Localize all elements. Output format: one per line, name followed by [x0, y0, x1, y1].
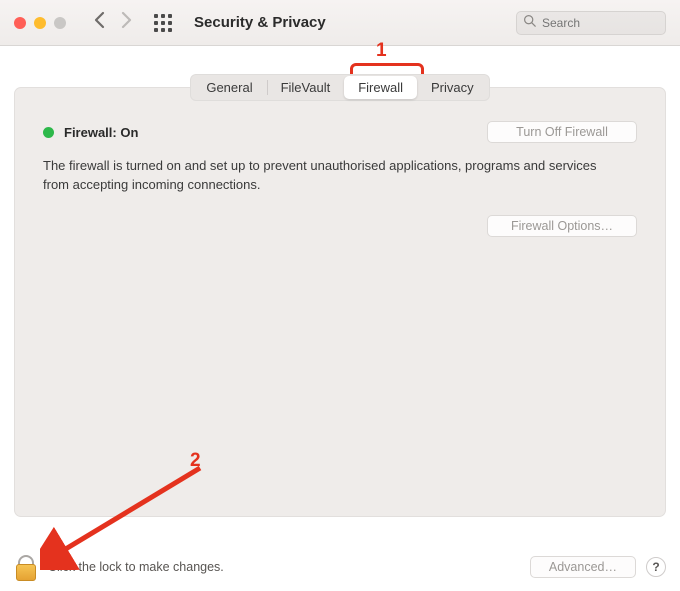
tab-privacy[interactable]: Privacy [417, 76, 488, 99]
help-button[interactable]: ? [646, 557, 666, 577]
window-title: Security & Privacy [194, 14, 326, 31]
search-field[interactable] [516, 11, 666, 35]
search-icon [523, 14, 536, 32]
advanced-button[interactable]: Advanced… [530, 556, 636, 578]
firewall-options-button[interactable]: Firewall Options… [487, 215, 637, 237]
nav-arrows [92, 10, 134, 35]
show-all-prefs-button[interactable] [154, 14, 172, 32]
lock-icon[interactable] [14, 553, 38, 581]
tabs-segmented-control: General FileVault Firewall Privacy [190, 74, 489, 101]
window-titlebar: Security & Privacy [0, 0, 680, 46]
firewall-description-text: The firewall is turned on and set up to … [43, 157, 613, 195]
panel-footer: Click the lock to make changes. Advanced… [0, 547, 680, 591]
close-window-button[interactable] [14, 17, 26, 29]
forward-button[interactable] [118, 10, 134, 35]
turn-off-firewall-button[interactable]: Turn Off Firewall [487, 121, 637, 143]
status-indicator-icon [43, 127, 54, 138]
traffic-lights [14, 17, 66, 29]
lock-hint-text: Click the lock to make changes. [48, 560, 224, 574]
back-button[interactable] [92, 10, 108, 35]
zoom-window-button[interactable] [54, 17, 66, 29]
firewall-panel: Firewall: On Turn Off Firewall The firew… [14, 87, 666, 517]
tab-general[interactable]: General [192, 76, 266, 99]
search-input[interactable] [542, 16, 659, 30]
minimize-window-button[interactable] [34, 17, 46, 29]
tab-filevault[interactable]: FileVault [267, 76, 345, 99]
tab-firewall[interactable]: Firewall [344, 76, 417, 99]
firewall-status-label: Firewall: On [64, 125, 138, 140]
